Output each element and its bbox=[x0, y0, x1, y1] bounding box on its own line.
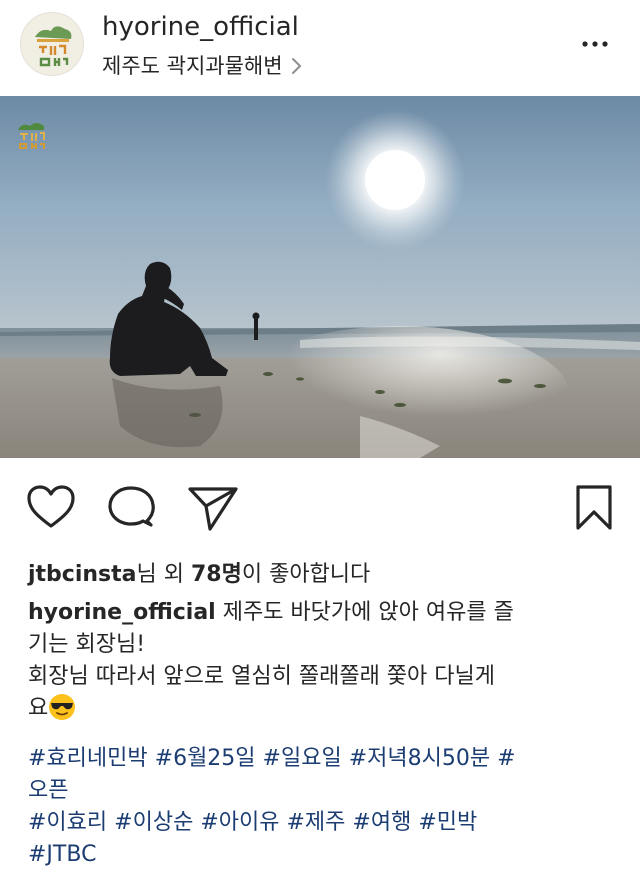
hashtag[interactable]: #효리네민박 bbox=[28, 746, 148, 771]
hashtag[interactable]: #제주 bbox=[286, 810, 345, 835]
hashtag[interactable]: #JTBC bbox=[28, 842, 96, 867]
more-options-icon[interactable] bbox=[580, 34, 610, 54]
hashtag[interactable]: #아이유 bbox=[200, 810, 279, 835]
likes-summary[interactable]: jtbcinsta님 외 78명이 좋아합니다 bbox=[28, 556, 370, 588]
chevron-right-icon bbox=[291, 56, 303, 74]
location-text: 제주도 곽지과물해변 bbox=[102, 54, 283, 78]
caption-text-2: 기는 회장님! bbox=[28, 632, 146, 657]
post-caption: hyorine_official 제주도 바닷가에 앉아 여유를 즐 기는 회장… bbox=[28, 597, 608, 725]
comment-icon[interactable] bbox=[106, 485, 156, 531]
hashtag-line-1: #효리네민박 #6월25일 #일요일 #저녁8시50분 # bbox=[28, 743, 618, 775]
caption-text-3: 회장님 따라서 앞으로 열심히 쫄래쫄래 쫓아 다닐게 bbox=[28, 664, 496, 689]
post-username[interactable]: hyorine_official bbox=[102, 12, 299, 42]
hashtag[interactable]: #이효리 bbox=[28, 810, 107, 835]
likes-mid: 님 외 bbox=[136, 562, 191, 587]
likes-suffix: 이 좋아합니다 bbox=[241, 562, 371, 587]
hashtag[interactable]: #이상순 bbox=[114, 810, 193, 835]
sunglasses-emoji-icon bbox=[48, 693, 76, 721]
caption-line-1: hyorine_official 제주도 바닷가에 앉아 여유를 즐 bbox=[28, 597, 608, 629]
post-location[interactable]: 제주도 곽지과물해변 bbox=[102, 50, 303, 80]
post-header: hyorine_official 제주도 곽지과물해변 bbox=[0, 0, 640, 96]
hashtag-line-4: #JTBC bbox=[28, 839, 618, 871]
hashtag[interactable]: # bbox=[497, 746, 515, 771]
action-bar bbox=[0, 458, 640, 556]
hashtag[interactable]: #저녁8시50분 bbox=[349, 746, 490, 771]
hashtag[interactable]: #민박 bbox=[418, 810, 477, 835]
hashtag[interactable]: #일요일 bbox=[263, 746, 342, 771]
hashtag[interactable]: #여행 bbox=[352, 810, 411, 835]
post-photo[interactable] bbox=[0, 96, 640, 458]
hashtags: #효리네민박 #6월25일 #일요일 #저녁8시50분 # 오픈 #이효리 #이… bbox=[28, 743, 618, 871]
caption-line-4: 요 bbox=[28, 693, 608, 725]
avatar[interactable] bbox=[20, 12, 84, 76]
hashtag[interactable]: 오픈 bbox=[28, 778, 68, 803]
avatar-logo bbox=[21, 13, 83, 75]
likes-user[interactable]: jtbcinsta bbox=[28, 562, 137, 587]
heart-icon[interactable] bbox=[26, 484, 76, 530]
likes-count[interactable]: 78명 bbox=[191, 562, 242, 587]
bookmark-icon[interactable] bbox=[574, 484, 614, 532]
caption-text-4: 요 bbox=[28, 696, 49, 721]
share-icon[interactable] bbox=[186, 484, 240, 532]
caption-text-1: 제주도 바닷가에 앉아 여유를 즐 bbox=[215, 600, 514, 625]
hashtag-line-3: #이효리 #이상순 #아이유 #제주 #여행 #민박 bbox=[28, 807, 618, 839]
hashtag[interactable]: #6월25일 bbox=[155, 746, 256, 771]
hashtag-line-2: 오픈 bbox=[28, 775, 618, 807]
caption-username[interactable]: hyorine_official bbox=[28, 600, 216, 625]
